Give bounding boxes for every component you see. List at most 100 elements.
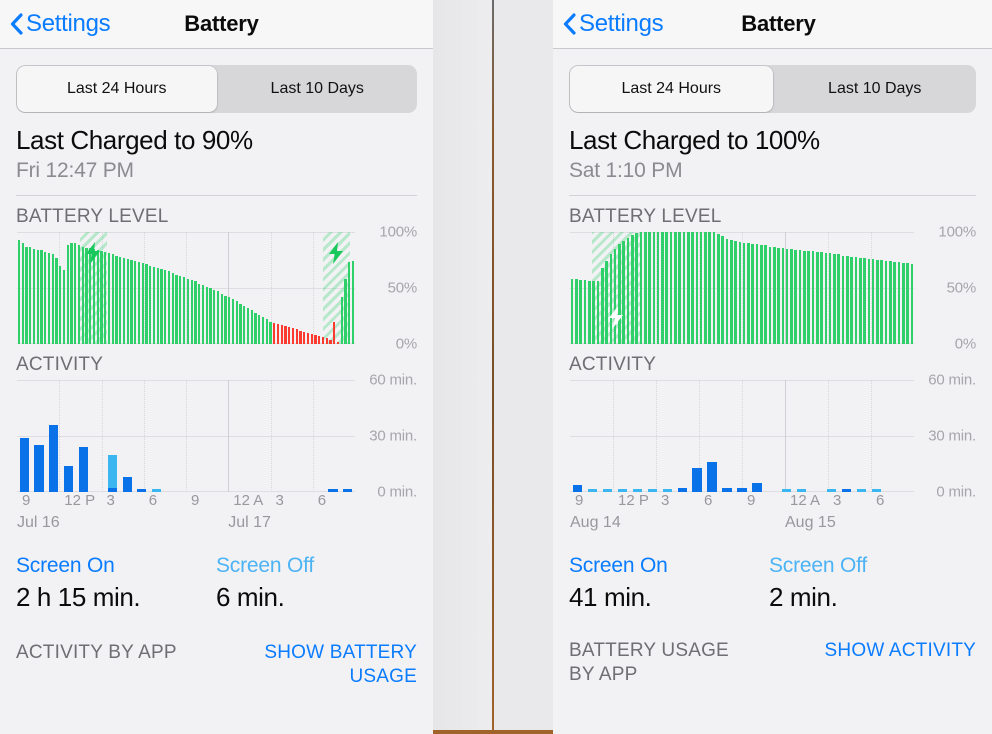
- battery-bar: [824, 253, 828, 344]
- battery-bar: [70, 243, 73, 344]
- screen-off-label: Screen Off: [769, 554, 867, 577]
- activity-day-labels: Jul 16 Jul 17: [16, 514, 417, 538]
- x-tick-label: 6: [317, 492, 327, 509]
- screen-off-block: Screen Off 6 min.: [216, 554, 314, 613]
- battery-bar: [160, 268, 163, 344]
- activity-bar-screen-on: [19, 437, 29, 492]
- battery-bar: [764, 245, 767, 344]
- time-range-segmented-control[interactable]: Last 24 Hours Last 10 Days: [16, 65, 417, 113]
- battery-bar: [897, 262, 901, 344]
- battery-bar: [790, 248, 793, 344]
- battery-bar: [318, 336, 321, 344]
- battery-bar: [280, 324, 283, 344]
- battery-bar: [186, 279, 189, 344]
- battery-bar: [669, 232, 673, 344]
- x-tick-label: 9: [22, 492, 31, 509]
- battery-bar: [596, 281, 600, 344]
- x-tick-label: 3: [833, 492, 842, 509]
- battery-bar: [721, 236, 724, 344]
- activity-chart-wrap: 0 min. 30 min. 60 min. 9 12 P 3 6 9 12 A 3 6 Aug …: [553, 372, 992, 538]
- battery-bar: [704, 232, 707, 344]
- segment-last-10-days[interactable]: Last 10 Days: [774, 65, 977, 113]
- screenshot-panel-left: Settings Battery Last 24 Hours Last 10 D…: [0, 0, 433, 734]
- battery-bar: [145, 264, 148, 344]
- battery-bar: [798, 249, 802, 344]
- x-tick-label: 6: [876, 492, 885, 509]
- battery-bar: [265, 319, 268, 344]
- x-tick-label: 9: [191, 492, 200, 509]
- activity-bar-screen-on: [63, 465, 73, 492]
- time-range-segmented-control[interactable]: Last 24 Hours Last 10 Days: [569, 65, 976, 113]
- show-battery-usage-link[interactable]: SHOW BATTERY USAGE: [227, 641, 417, 689]
- right-gutter: [494, 0, 553, 730]
- screen-off-value: 2 min.: [769, 582, 838, 612]
- back-to-settings-button[interactable]: Settings: [563, 10, 664, 38]
- battery-bar: [261, 317, 265, 344]
- activity-heading: ACTIVITY: [16, 354, 104, 375]
- x-tick-label: 12 A: [790, 492, 821, 509]
- battery-bar: [164, 270, 167, 344]
- battery-bar: [269, 321, 272, 344]
- battery-bar: [209, 288, 212, 344]
- battery-level-chart-wrap: 0% 50% 100%: [0, 224, 433, 353]
- battery-bar: [734, 240, 737, 344]
- battery-bar: [725, 238, 729, 344]
- battery-y-axis: 0% 50% 100%: [914, 224, 976, 353]
- battery-bar: [811, 251, 815, 344]
- segment-last-24-hours[interactable]: Last 24 Hours: [570, 66, 773, 112]
- battery-bar: [889, 261, 892, 344]
- day-label: Jul 17: [228, 514, 271, 531]
- charging-bolt: [607, 306, 625, 328]
- battery-bar: [130, 260, 133, 344]
- battery-bar: [126, 258, 129, 344]
- back-to-settings-button[interactable]: Settings: [10, 10, 111, 38]
- battery-bar: [66, 245, 69, 344]
- show-activity-link[interactable]: SHOW ACTIVITY: [825, 639, 976, 663]
- x-tick-label: 3: [106, 492, 115, 509]
- x-tick-label: 12 A: [233, 492, 264, 509]
- battery-bar: [850, 256, 853, 344]
- battery-bar: [682, 232, 686, 344]
- battery-bar: [747, 243, 750, 344]
- battery-bar: [122, 257, 126, 344]
- battery-bar: [695, 232, 699, 344]
- battery-bar: [273, 322, 276, 344]
- segment-last-10-days[interactable]: Last 10 Days: [218, 65, 418, 113]
- vertical-gridline: [828, 380, 830, 492]
- vertical-gridline: [186, 380, 188, 492]
- battery-bar: [231, 299, 235, 344]
- battery-bar: [871, 258, 875, 344]
- battery-bar: [570, 279, 574, 344]
- activity-x-tick-labels: 9 12 P 3 6 9 12 A 3 6: [569, 492, 976, 514]
- navigation-bar: Settings Battery: [553, 0, 992, 49]
- battery-bar: [111, 254, 114, 344]
- chevron-left-icon: [10, 13, 23, 35]
- battery-bar: [291, 328, 295, 344]
- screen-time-summary: Screen On 2 h 15 min. Screen Off 6 min.: [0, 538, 433, 613]
- battery-bar: [40, 249, 43, 344]
- last-charged-block: Last Charged to 90% Fri 12:47 PM: [0, 113, 433, 183]
- vertical-gridline: [742, 380, 744, 492]
- activity-bar-screen-on: [122, 477, 132, 492]
- back-label: Settings: [26, 10, 111, 37]
- x-tick-label: 12 P: [64, 492, 96, 509]
- battery-bar: [674, 232, 677, 344]
- segment-last-24-hours[interactable]: Last 24 Hours: [17, 66, 217, 112]
- battery-bar: [781, 247, 785, 344]
- battery-level-chart: 0% 50% 100%: [569, 224, 976, 353]
- battery-level-heading: BATTERY LEVEL: [16, 206, 169, 227]
- battery-bar: [205, 286, 208, 344]
- battery-bar: [198, 283, 201, 344]
- battery-bar: [815, 252, 819, 344]
- battery-bar: [755, 244, 759, 344]
- activity-heading: ACTIVITY: [569, 354, 657, 375]
- charging-bolt: [327, 242, 345, 264]
- battery-bar: [863, 257, 866, 344]
- vertical-gridline: [270, 380, 273, 492]
- day-label: Aug 14: [570, 514, 621, 531]
- battery-bar: [152, 266, 156, 344]
- battery-bar: [213, 290, 216, 344]
- navigation-bar: Settings Battery: [0, 0, 433, 49]
- last-charged-time: Sat 1:10 PM: [569, 159, 683, 182]
- battery-bar: [171, 273, 174, 344]
